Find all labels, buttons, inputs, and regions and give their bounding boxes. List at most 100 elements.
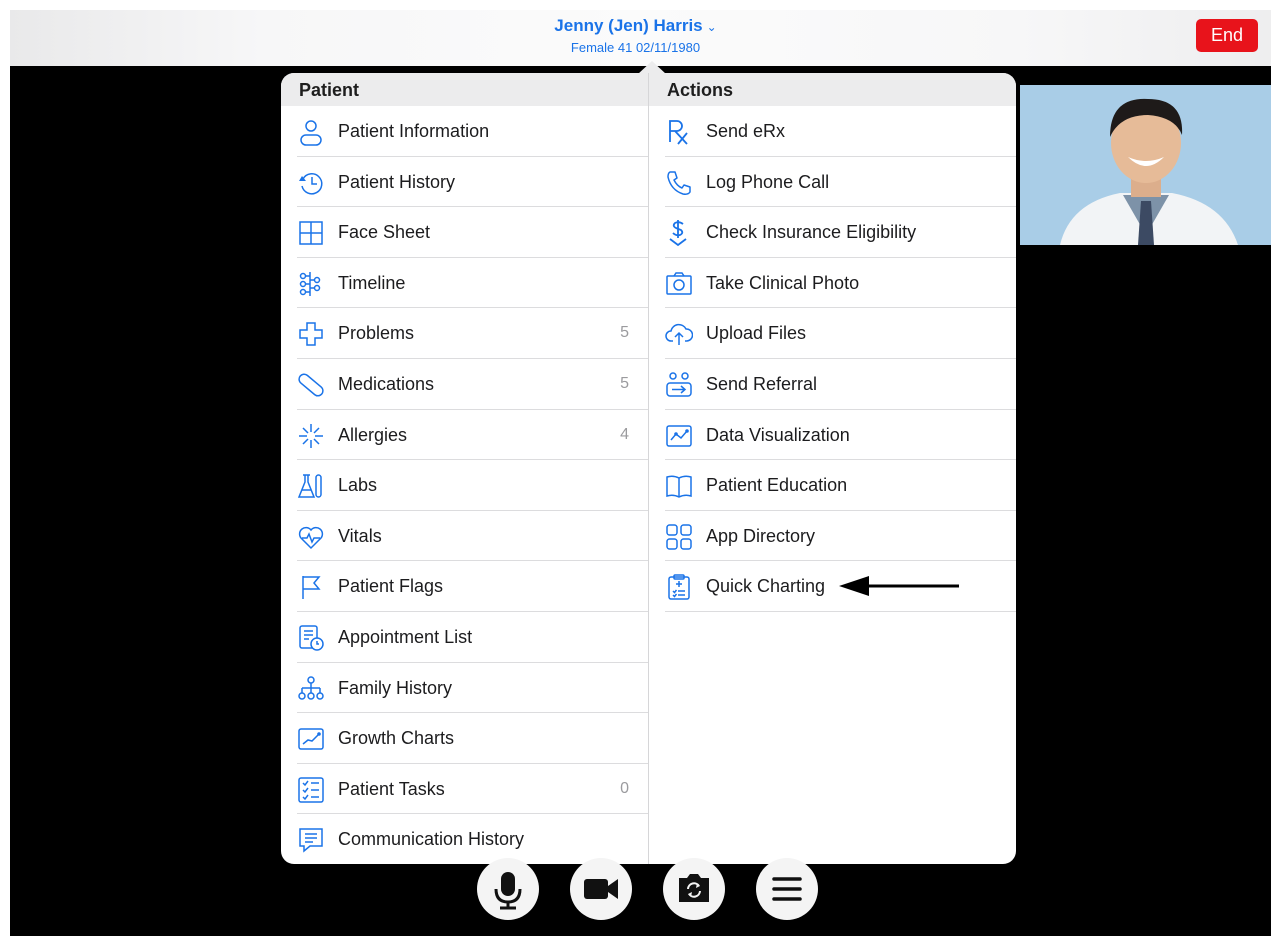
menu-item-label: Patient Information — [338, 121, 490, 141]
menu-item-patient-flags[interactable]: Patient Flags — [281, 561, 648, 612]
chart-line-icon — [298, 728, 324, 750]
menu-item-label: Patient Flags — [338, 576, 444, 597]
menu-item-vitals[interactable]: Vitals — [281, 511, 648, 562]
clipboard-icon — [668, 574, 690, 601]
provider-photo — [1020, 85, 1271, 245]
menu-item-label: Data Visualization — [706, 424, 850, 445]
patient-name-selector[interactable]: Jenny (Jen) Harris ⌄ — [0, 16, 1271, 36]
menu-item-label: Family History — [338, 677, 453, 698]
patient-name[interactable]: Jenny (Jen) Harris — [554, 16, 702, 35]
menu-item-count: 0 — [620, 779, 629, 797]
person-icon — [300, 120, 322, 146]
menu-item-labs[interactable]: Labs — [281, 460, 648, 511]
menu-item-label: Patient Education — [706, 475, 848, 496]
allergy-burst-icon — [299, 423, 323, 448]
menu-item-face-sheet[interactable]: Face Sheet — [281, 207, 648, 258]
action-log-phone-call[interactable]: Log Phone Call — [649, 157, 1016, 208]
menu-item-timeline[interactable]: Timeline — [281, 258, 648, 309]
menu-item-label: Appointment List — [338, 626, 473, 647]
action-data-visualization[interactable]: Data Visualization — [649, 410, 1016, 461]
menu-item-appointment-list[interactable]: Appointment List — [281, 612, 648, 663]
menu-item-patient-information[interactable]: Patient Information — [281, 106, 648, 157]
menu-button[interactable] — [756, 858, 818, 920]
menu-item-label: Send eRx — [706, 121, 786, 141]
switch-camera-icon — [679, 874, 709, 902]
menu-item-label: Communication History — [338, 829, 525, 850]
menu-item-communication-history[interactable]: Communication History — [281, 814, 648, 864]
menu-item-problems[interactable]: Problems 5 — [281, 308, 648, 359]
patient-column-header: Patient — [281, 73, 648, 106]
mute-button[interactable] — [477, 858, 539, 920]
timeline-icon — [299, 271, 321, 296]
chart-line-icon — [666, 424, 692, 447]
menu-item-label: Quick Charting — [706, 576, 826, 597]
menu-item-label: Vitals — [338, 525, 382, 546]
chat-bubble-icon — [299, 828, 323, 853]
actions-column-header: Actions — [649, 73, 1016, 106]
app-grid-icon — [666, 524, 692, 550]
menu-item-count: 5 — [620, 324, 629, 342]
video-camera-icon — [584, 879, 618, 899]
menu-item-medications[interactable]: Medications 5 — [281, 359, 648, 410]
grid-icon — [299, 221, 323, 245]
medical-cross-icon — [299, 322, 323, 347]
menu-item-label: Growth Charts — [338, 728, 455, 749]
provider-video-thumbnail[interactable] — [1020, 85, 1271, 245]
menu-item-patient-tasks[interactable]: Patient Tasks 0 — [281, 764, 648, 815]
camera-icon — [666, 272, 692, 295]
menu-item-count: 5 — [620, 374, 629, 392]
actions-column: Actions Send eRx Log Phone Call Check In… — [649, 73, 1016, 864]
action-quick-charting[interactable]: Quick Charting — [649, 561, 1016, 612]
menu-item-label: Upload Files — [706, 323, 807, 344]
menu-item-label: Problems — [338, 323, 415, 344]
menu-item-label: Allergies — [338, 424, 408, 445]
menu-item-label: App Directory — [706, 525, 816, 546]
checklist-icon — [298, 776, 324, 803]
menu-item-label: Log Phone Call — [706, 171, 830, 192]
cloud-upload-icon — [665, 324, 693, 346]
patient-menu-popover: Patient Patient Information Patient Hist… — [281, 73, 1016, 864]
flask-icon — [297, 474, 322, 498]
history-clock-icon — [299, 172, 323, 195]
action-take-clinical-photo[interactable]: Take Clinical Photo — [649, 258, 1016, 309]
action-upload-files[interactable]: Upload Files — [649, 308, 1016, 359]
menu-item-growth-charts[interactable]: Growth Charts — [281, 713, 648, 764]
menu-item-family-history[interactable]: Family History — [281, 663, 648, 714]
book-icon — [666, 475, 692, 498]
pill-icon — [298, 373, 324, 397]
patient-demographics: Female 41 02/11/1980 — [570, 40, 701, 55]
calendar-clock-icon — [299, 625, 324, 651]
video-toggle-button[interactable] — [570, 858, 632, 920]
menu-item-label: Patient History — [338, 171, 456, 192]
heart-pulse-icon — [298, 526, 324, 549]
action-patient-education[interactable]: Patient Education — [649, 460, 1016, 511]
referral-icon — [666, 372, 692, 397]
menu-item-label: Timeline — [338, 272, 406, 293]
pointer-arrow-annotation — [839, 576, 959, 597]
dollar-check-icon — [669, 220, 687, 247]
chevron-down-icon[interactable]: ⌄ — [707, 20, 717, 34]
flag-icon — [302, 576, 321, 600]
menu-item-allergies[interactable]: Allergies 4 — [281, 410, 648, 461]
action-send-referral[interactable]: Send Referral — [649, 359, 1016, 410]
rx-icon — [669, 120, 688, 145]
menu-icon — [772, 877, 802, 901]
family-tree-icon — [298, 675, 324, 700]
switch-camera-button[interactable] — [663, 858, 725, 920]
menu-item-patient-history[interactable]: Patient History — [281, 157, 648, 208]
phone-icon — [667, 170, 691, 195]
menu-item-label: Check Insurance Eligibility — [706, 222, 917, 243]
menu-item-label: Send Referral — [706, 373, 818, 394]
menu-item-count: 4 — [620, 425, 629, 443]
action-app-directory[interactable]: App Directory — [649, 511, 1016, 562]
microphone-icon — [494, 872, 522, 910]
menu-item-label: Medications — [338, 373, 435, 394]
action-send-erx[interactable]: Send eRx — [649, 106, 1016, 157]
end-call-button[interactable]: End — [1196, 19, 1258, 52]
patient-column: Patient Patient Information Patient Hist… — [281, 73, 648, 864]
menu-item-label: Face Sheet — [338, 222, 431, 243]
action-check-insurance-eligibility[interactable]: Check Insurance Eligibility — [649, 207, 1016, 258]
menu-item-label: Take Clinical Photo — [706, 272, 860, 293]
menu-item-label: Patient Tasks — [338, 778, 445, 799]
menu-item-label: Labs — [338, 475, 378, 496]
